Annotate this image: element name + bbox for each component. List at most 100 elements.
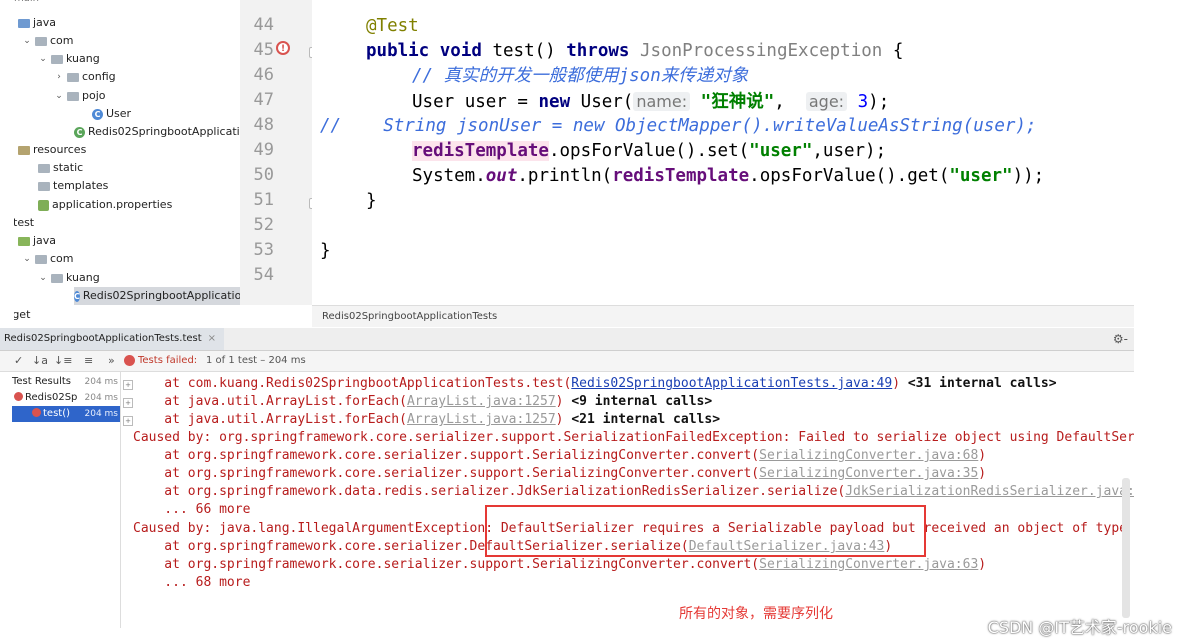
internal-calls[interactable]: <21 internal calls> [571,412,720,427]
tree-item-kuang[interactable]: ⌄ kuang [38,50,100,68]
test-results-tree: Test Results 204 ms Redis02Sp 204 ms test(… [12,372,121,628]
tree-item-test-com[interactable]: ⌄ com [22,250,73,268]
keyword: new [538,92,571,112]
tree-label: application.properties [52,198,173,211]
tree-label: static [53,161,84,174]
tree-item-application-properties[interactable]: application.properties [38,196,172,214]
test-tree-label: test() [43,408,71,419]
tree-item-test-kuang[interactable]: ⌄ kuang [38,269,99,287]
string-literal: "user" [949,166,1013,186]
stack-trace-line: at org.springframework.core.serializer.s… [133,465,986,483]
parameter-hint: age: [805,92,848,111]
stack-trace-line: at org.springframework.data.redis.serial… [133,483,1134,501]
test-failed-icon [32,408,41,417]
code-editor[interactable]: @Test public void test() throws JsonProc… [312,0,1134,305]
run-test-gutter-icon[interactable]: ! [276,41,290,55]
folder-icon [35,36,47,46]
test-tree-row[interactable]: Test Results 204 ms [12,374,120,390]
test-tree-row[interactable]: test() 204 ms [12,406,120,422]
tree-label: templates [53,179,109,192]
run-tool-window-header: Redis02SpringbootApplicationTests.test × … [0,328,1134,351]
internal-calls[interactable]: <31 internal calls> [908,376,1057,391]
string-literal: "狂神说" [700,92,775,112]
close-icon[interactable]: × [208,333,216,344]
comment: // 真实的开发一般都使用json来传递对象 [412,66,749,86]
console-scrollbar[interactable] [1122,478,1130,618]
breadcrumb-item[interactable]: Redis02SpringbootApplicationTests [322,311,497,322]
breadcrumb[interactable]: Redis02SpringbootApplicationTests [312,305,1134,327]
line-number: 53 [253,240,274,260]
check-icon[interactable]: ✓ [14,351,23,371]
tree-item-pojo[interactable]: ⌄ pojo [54,87,105,105]
folder-icon [35,254,47,264]
tree-item-test[interactable]: test [14,214,34,232]
folder-icon [38,163,50,173]
console-output[interactable]: + + + at com.kuang.Redis02SpringbootAppl… [121,372,1134,628]
more-frames-line[interactable]: ... 68 more [133,574,250,592]
folder-icon [51,273,63,283]
test-duration: 204 ms [84,409,119,419]
tree-item-config[interactable]: › config [54,68,115,86]
method-name: test() [492,41,556,61]
variable: user [464,92,507,112]
expand-icon[interactable]: + [123,380,133,390]
tree-item-resources[interactable]: resources [18,141,86,159]
stack-trace-line: at com.kuang.Redis02SpringbootApplicatio… [133,375,1057,393]
line-number: 47 [253,90,274,110]
expand-icon[interactable]: + [123,416,133,426]
source-link[interactable]: SerializingConverter.java:35 [759,466,978,481]
chevron-right-icon[interactable]: › [54,68,64,86]
chevron-down-icon[interactable]: ⌄ [22,250,32,268]
sort-duration-icon[interactable]: ↓≡ [54,351,72,371]
more-frames-line[interactable]: ... 66 more [133,501,250,519]
field-reference: redisTemplate [612,166,750,186]
brace: { [892,41,904,61]
folder-icon [18,18,30,28]
tree-item-static[interactable]: static [38,159,83,177]
run-tab[interactable]: Redis02SpringbootApplicationTests.test × [0,328,225,350]
stack-text: ) [978,557,987,572]
tree-item-application[interactable]: C Redis02SpringbootApplication [74,123,240,141]
chevron-down-icon[interactable]: ⌄ [38,50,48,68]
chevron-down-icon[interactable]: ⌄ [38,269,48,287]
comma: , [774,92,785,112]
operator: = [517,92,528,112]
stack-trace-line: at java.util.ArrayList.forEach(ArrayList… [133,393,712,411]
tree-item-target[interactable]: rget [14,306,30,324]
source-link[interactable]: Redis02SpringbootApplicationTests.java:4… [571,376,892,391]
code-line-48: // String jsonUser = new ObjectMapper().… [320,114,1036,139]
source-link[interactable]: ArrayList.java:1257 [407,394,556,409]
code-line-44: @Test [366,14,419,39]
more-icon[interactable]: » [108,351,115,371]
expand-icon[interactable]: + [123,398,133,408]
comment-prefix: // [320,116,342,136]
line-number: 48 [253,115,274,135]
chevron-down-icon[interactable]: ⌄ [54,87,64,105]
tree-item-java[interactable]: java [18,14,56,32]
tree-label: kuang [66,52,100,65]
type-name: User [412,92,455,112]
keyword: public [366,41,430,61]
source-link[interactable]: SerializingConverter.java:68 [759,448,978,463]
tree-item-test-java[interactable]: java [18,232,56,250]
source-link[interactable]: SerializingConverter.java:63 [759,557,978,572]
source-link[interactable]: JdkSerializationRedisSerializer.java: [845,484,1134,499]
tree-item-main[interactable]: main [14,0,39,8]
test-tree-row[interactable]: Redis02Sp 204 ms [12,390,120,406]
tree-item-user[interactable]: C User [92,105,131,123]
failed-icon [124,355,135,366]
collapse-icon[interactable]: ≡ [84,351,93,371]
source-link[interactable]: ArrayList.java:1257 [407,412,556,427]
tree-item-test-class[interactable]: C Redis02SpringbootApplication [74,287,240,305]
commented-code: String jsonUser = new ObjectMapper().wri… [383,116,1037,136]
sort-alpha-icon[interactable]: ↓a [32,351,48,371]
line-number: 50 [253,165,274,185]
string-literal: "user" [749,141,813,161]
tree-item-templates[interactable]: templates [38,177,108,195]
line-number: 49 [253,140,274,160]
chevron-down-icon[interactable]: ⌄ [22,32,32,50]
tree-item-com[interactable]: ⌄ com [22,32,73,50]
internal-calls[interactable]: <9 internal calls> [571,394,712,409]
field-reference: redisTemplate [412,141,549,161]
gear-icon[interactable]: ⚙- [1113,328,1128,350]
